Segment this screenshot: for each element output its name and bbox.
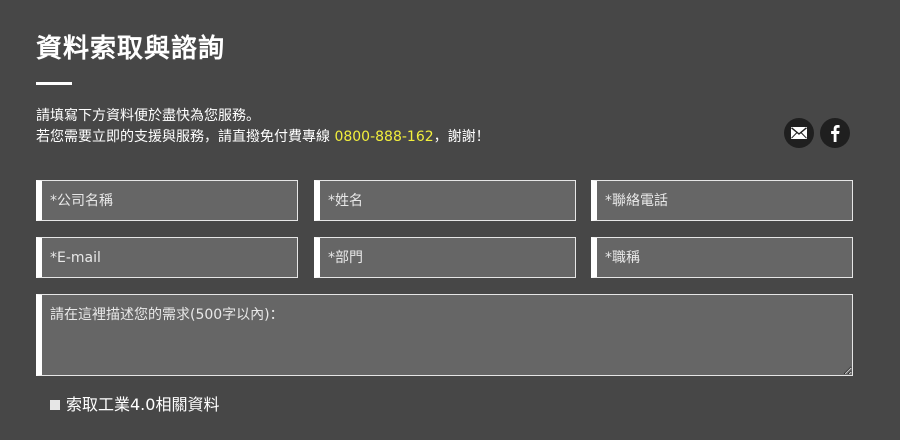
facebook-icon	[831, 125, 840, 142]
company-name-input[interactable]	[36, 180, 298, 221]
intro-text: 請填寫下方資料便於盡快為您服務。 若您需要立即的支援與服務，請直撥免付費專線 0…	[36, 106, 490, 148]
phone-input[interactable]	[591, 180, 853, 221]
intro-line-2: 若您需要立即的支援與服務，請直撥免付費專線 0800-888-162，謝謝！	[36, 127, 490, 148]
email-input[interactable]	[36, 237, 298, 278]
page-title: 資料索取與諮詢	[36, 34, 226, 64]
intro-line-2-prefix: 若您需要立即的支援與服務，請直撥免付費專線	[36, 129, 335, 145]
intro-line-2-suffix: ，謝謝！	[433, 129, 490, 145]
industry40-checkbox-row[interactable]: 索取工業4.0相關資料	[50, 394, 219, 416]
requirements-textarea[interactable]	[36, 294, 853, 376]
industry40-checkbox[interactable]	[50, 400, 60, 410]
industry40-checkbox-label: 索取工業4.0相關資料	[66, 395, 220, 414]
intro-line-1: 請填寫下方資料便於盡快為您服務。	[36, 108, 260, 124]
title-underline	[36, 82, 72, 85]
facebook-button[interactable]	[820, 118, 850, 148]
department-input[interactable]	[314, 237, 576, 278]
mail-button[interactable]	[784, 118, 814, 148]
hotline-number: 0800-888-162	[334, 129, 434, 145]
mail-icon	[791, 127, 807, 139]
name-input[interactable]	[314, 180, 576, 221]
job-title-input[interactable]	[591, 237, 853, 278]
